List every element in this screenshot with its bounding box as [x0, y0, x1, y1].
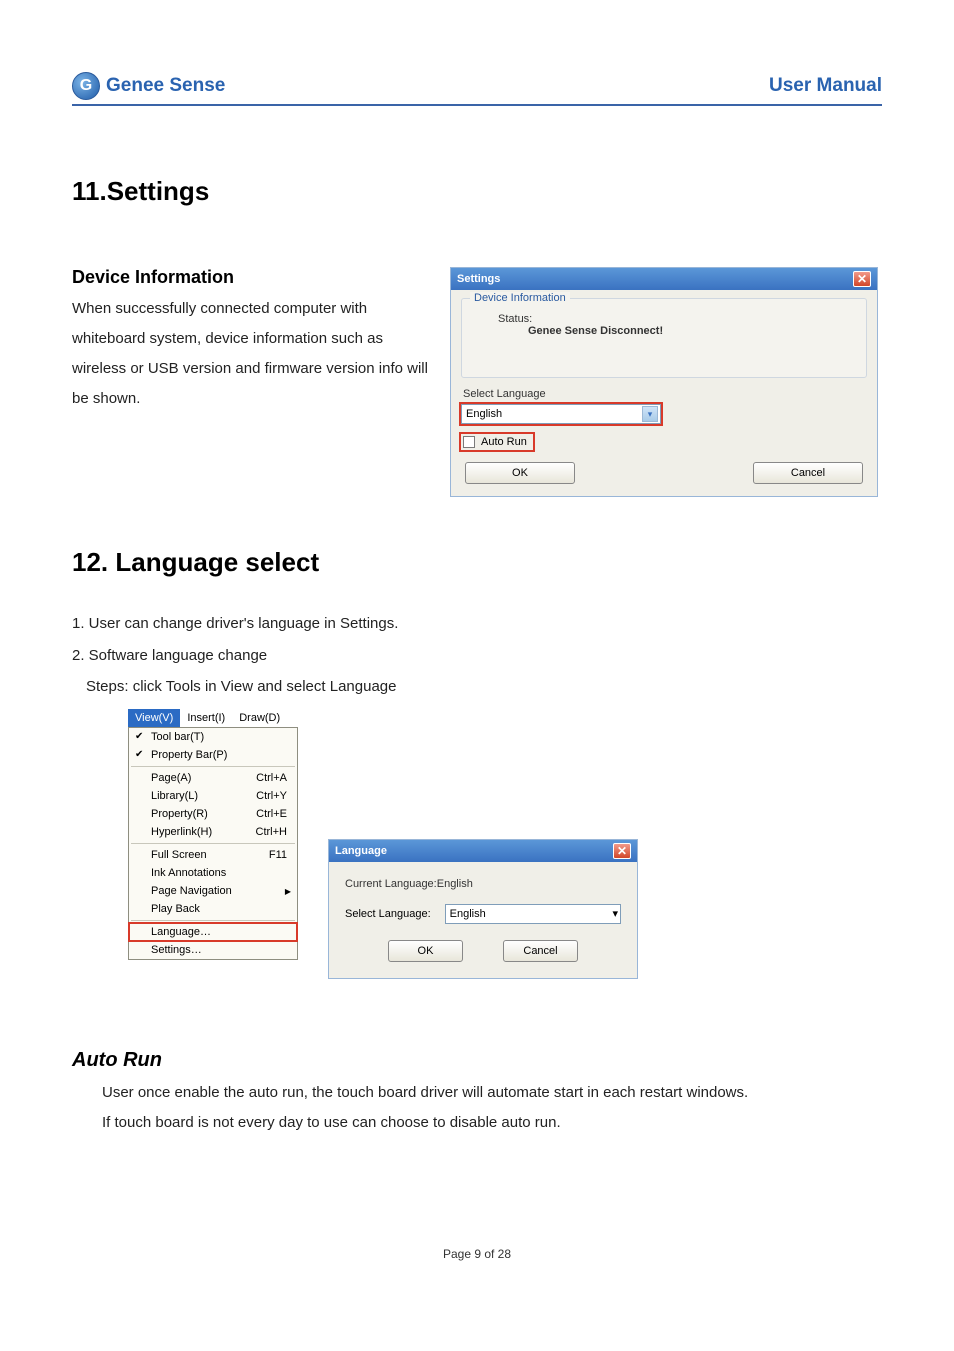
- section12-line1: 1. User can change driver's language in …: [72, 608, 882, 640]
- autorun-heading: Auto Run: [72, 1049, 882, 1072]
- menu-item-property[interactable]: Property(R)Ctrl+E: [129, 805, 297, 823]
- status-value: Genee Sense Disconnect!: [528, 325, 856, 337]
- menu-separator: [131, 843, 295, 844]
- chevron-down-icon[interactable]: ▾: [642, 406, 658, 422]
- device-info-group-title: Device Information: [470, 292, 570, 304]
- chevron-down-icon[interactable]: ▾: [612, 907, 618, 920]
- menu-insert[interactable]: Insert(I): [180, 709, 232, 727]
- close-icon[interactable]: ✕: [853, 271, 871, 287]
- menu-draw[interactable]: Draw(D): [232, 709, 287, 727]
- autorun-p1: User once enable the auto run, the touch…: [102, 1078, 882, 1108]
- settings-dialog: Settings ✕ Device Information Status: Ge…: [450, 267, 878, 497]
- language-select-value: English: [466, 408, 502, 420]
- language-select[interactable]: English ▾: [461, 404, 661, 424]
- settings-title: Settings: [457, 273, 500, 285]
- menu-view[interactable]: View(V): [128, 709, 180, 727]
- doc-type-label: User Manual: [769, 75, 882, 97]
- menu-separator: [131, 920, 295, 921]
- menu-item-ink[interactable]: Ink Annotations: [129, 864, 297, 882]
- menu-item-fullscreen[interactable]: Full ScreenF11: [129, 846, 297, 864]
- ok-button[interactable]: OK: [388, 940, 463, 962]
- menu-item-toolbar[interactable]: Tool bar(T): [129, 728, 297, 746]
- language-dialog: Language ✕ Current Language:English Sele…: [328, 839, 638, 979]
- autorun-checkbox-label: Auto Run: [481, 436, 527, 448]
- menu-item-language[interactable]: Language…: [129, 923, 297, 941]
- menu-item-library[interactable]: Library(L)Ctrl+Y: [129, 787, 297, 805]
- language-titlebar[interactable]: Language ✕: [329, 840, 637, 862]
- device-info-group: Device Information Status: Genee Sense D…: [461, 298, 867, 378]
- autorun-p2: If touch board is not every day to use c…: [102, 1108, 882, 1138]
- autorun-checkbox-row[interactable]: Auto Run: [461, 434, 533, 450]
- autorun-checkbox[interactable]: [463, 436, 475, 448]
- language-title: Language: [335, 845, 387, 857]
- menu-item-playback[interactable]: Play Back: [129, 900, 297, 918]
- menu-item-pagenav[interactable]: Page Navigation: [129, 882, 297, 900]
- section-11-heading: 11.Settings: [72, 176, 882, 207]
- section12-line2: 2. Software language change: [72, 640, 882, 672]
- menubar: View(V) Insert(I) Draw(D): [128, 709, 298, 727]
- settings-titlebar[interactable]: Settings ✕: [451, 268, 877, 290]
- view-dropdown: Tool bar(T) Property Bar(P) Page(A)Ctrl+…: [128, 727, 298, 960]
- doc-header: G Genee Sense User Manual: [72, 72, 882, 106]
- menu-item-propertybar[interactable]: Property Bar(P): [129, 746, 297, 764]
- language-select[interactable]: English ▾: [445, 904, 621, 924]
- cancel-button[interactable]: Cancel: [753, 462, 863, 484]
- language-select-value: English: [450, 908, 486, 920]
- select-language-label: Select Language:: [345, 908, 431, 920]
- close-icon[interactable]: ✕: [613, 843, 631, 859]
- menu-item-page[interactable]: Page(A)Ctrl+A: [129, 769, 297, 787]
- page-footer: Page 9 of 28: [0, 1247, 954, 1261]
- view-menu: View(V) Insert(I) Draw(D) Tool bar(T) Pr…: [128, 709, 298, 960]
- cancel-button[interactable]: Cancel: [503, 940, 578, 962]
- device-info-heading: Device Information: [72, 267, 432, 288]
- brand-logo-icon: G: [72, 72, 100, 100]
- status-label: Status:: [498, 313, 856, 325]
- section-12-heading: 12. Language select: [72, 547, 882, 578]
- menu-separator: [131, 766, 295, 767]
- brand-name: Genee Sense: [106, 75, 225, 97]
- menu-item-hyperlink[interactable]: Hyperlink(H)Ctrl+H: [129, 823, 297, 841]
- section12-line3: Steps: click Tools in View and select La…: [86, 671, 882, 703]
- brand: G Genee Sense: [72, 72, 225, 100]
- menu-item-settings[interactable]: Settings…: [129, 941, 297, 959]
- current-language-label: Current Language:English: [345, 878, 621, 890]
- device-info-paragraph: When successfully connected computer wit…: [72, 294, 432, 414]
- ok-button[interactable]: OK: [465, 462, 575, 484]
- select-language-label: Select Language: [463, 388, 865, 400]
